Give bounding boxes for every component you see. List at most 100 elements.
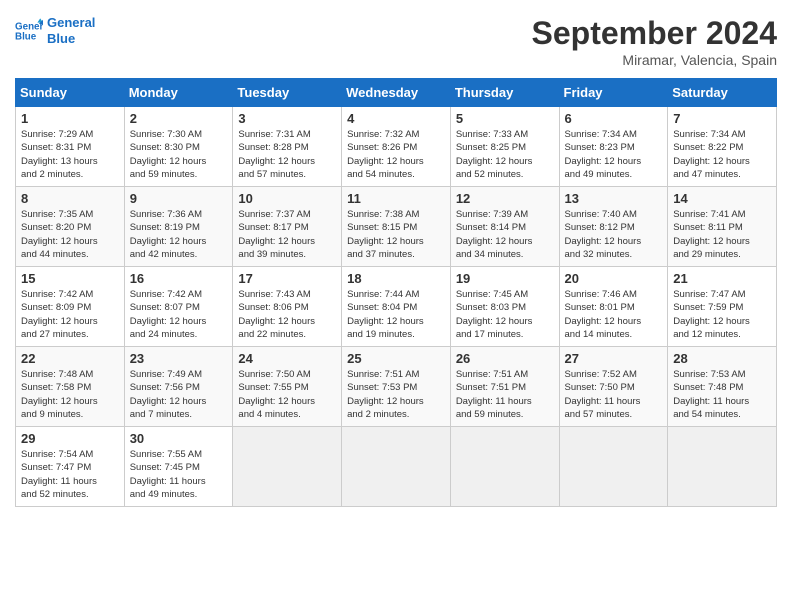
day-number: 6 <box>565 111 663 126</box>
day-info: Sunrise: 7:52 AMSunset: 7:50 PMDaylight:… <box>565 368 663 421</box>
calendar-cell: 25Sunrise: 7:51 AMSunset: 7:53 PMDayligh… <box>342 347 451 427</box>
calendar-cell: 28 Sunrise: 7:53 AMSunset: 7:48 PMDayligh… <box>668 347 777 427</box>
calendar-cell: 7 Sunrise: 7:34 AMSunset: 8:22 PMDaylight… <box>668 107 777 187</box>
calendar-table: SundayMondayTuesdayWednesdayThursdayFrid… <box>15 78 777 507</box>
day-number: 26 <box>456 351 554 366</box>
calendar-cell: 8Sunrise: 7:35 AMSunset: 8:20 PMDaylight… <box>16 187 125 267</box>
day-info: Sunrise: 7:44 AMSunset: 8:04 PMDaylight:… <box>347 288 445 341</box>
calendar-cell: 14Sunrise: 7:41 AMSunset: 8:11 PMDayligh… <box>668 187 777 267</box>
calendar-cell: 24 Sunrise: 7:50 AMSunset: 7:55 PMDayligh… <box>233 347 342 427</box>
day-info: Sunrise: 7:54 AMSunset: 7:47 PMDaylight:… <box>21 448 119 501</box>
day-number: 29 <box>21 431 119 446</box>
day-info: Sunrise: 7:39 AMSunset: 8:14 PMDaylight:… <box>456 208 554 261</box>
logo-line1: General <box>47 15 95 31</box>
calendar-cell: 6 Sunrise: 7:34 AMSunset: 8:23 PMDaylight… <box>559 107 668 187</box>
day-info: Sunrise: 7:34 AMSunset: 8:22 PMDaylight:… <box>673 128 771 181</box>
calendar-cell: 11 Sunrise: 7:38 AMSunset: 8:15 PMDayligh… <box>342 187 451 267</box>
month-year-title: September 2024 <box>532 15 777 52</box>
day-number: 20 <box>565 271 663 286</box>
day-info: Sunrise: 7:38 AMSunset: 8:15 PMDaylight:… <box>347 208 445 261</box>
calendar-week-row: 8Sunrise: 7:35 AMSunset: 8:20 PMDaylight… <box>16 187 777 267</box>
day-number: 12 <box>456 191 554 206</box>
day-number: 2 <box>130 111 228 126</box>
calendar-cell: 16 Sunrise: 7:42 AMSunset: 8:07 PMDayligh… <box>124 267 233 347</box>
day-number: 28 <box>673 351 771 366</box>
column-header-sunday: Sunday <box>16 79 125 107</box>
day-info: Sunrise: 7:51 AMSunset: 7:51 PMDaylight:… <box>456 368 554 421</box>
day-info: Sunrise: 7:53 AMSunset: 7:48 PMDaylight:… <box>673 368 771 421</box>
calendar-cell: 21 Sunrise: 7:47 AMSunset: 7:59 PMDayligh… <box>668 267 777 347</box>
calendar-cell: 20 Sunrise: 7:46 AMSunset: 8:01 PMDayligh… <box>559 267 668 347</box>
calendar-cell <box>233 427 342 507</box>
calendar-cell <box>559 427 668 507</box>
day-info: Sunrise: 7:34 AMSunset: 8:23 PMDaylight:… <box>565 128 663 181</box>
calendar-cell: 23Sunrise: 7:49 AMSunset: 7:56 PMDayligh… <box>124 347 233 427</box>
day-info: Sunrise: 7:55 AMSunset: 7:45 PMDaylight:… <box>130 448 228 501</box>
day-info: Sunrise: 7:37 AMSunset: 8:17 PMDaylight:… <box>238 208 336 261</box>
calendar-cell: 29 Sunrise: 7:54 AMSunset: 7:47 PMDayligh… <box>16 427 125 507</box>
day-info: Sunrise: 7:45 AMSunset: 8:03 PMDaylight:… <box>456 288 554 341</box>
calendar-cell: 3 Sunrise: 7:31 AMSunset: 8:28 PMDaylight… <box>233 107 342 187</box>
day-number: 24 <box>238 351 336 366</box>
day-number: 10 <box>238 191 336 206</box>
day-number: 13 <box>565 191 663 206</box>
day-number: 27 <box>565 351 663 366</box>
day-info: Sunrise: 7:49 AMSunset: 7:56 PMDaylight:… <box>130 368 228 421</box>
calendar-cell: 4 Sunrise: 7:32 AMSunset: 8:26 PMDaylight… <box>342 107 451 187</box>
calendar-cell <box>450 427 559 507</box>
calendar-cell <box>342 427 451 507</box>
calendar-cell: 5 Sunrise: 7:33 AMSunset: 8:25 PMDaylight… <box>450 107 559 187</box>
calendar-cell <box>668 427 777 507</box>
calendar-cell: 13 Sunrise: 7:40 AMSunset: 8:12 PMDayligh… <box>559 187 668 267</box>
day-number: 5 <box>456 111 554 126</box>
day-info: Sunrise: 7:32 AMSunset: 8:26 PMDaylight:… <box>347 128 445 181</box>
day-number: 22 <box>21 351 119 366</box>
day-info: Sunrise: 7:50 AMSunset: 7:55 PMDaylight:… <box>238 368 336 421</box>
calendar-cell: 12 Sunrise: 7:39 AMSunset: 8:14 PMDayligh… <box>450 187 559 267</box>
page-header: General Blue General Blue September 2024… <box>15 15 777 68</box>
day-info: Sunrise: 7:33 AMSunset: 8:25 PMDaylight:… <box>456 128 554 181</box>
day-number: 16 <box>130 271 228 286</box>
day-number: 4 <box>347 111 445 126</box>
location-subtitle: Miramar, Valencia, Spain <box>532 52 777 68</box>
calendar-cell: 22Sunrise: 7:48 AMSunset: 7:58 PMDayligh… <box>16 347 125 427</box>
calendar-cell: 27 Sunrise: 7:52 AMSunset: 7:50 PMDayligh… <box>559 347 668 427</box>
calendar-cell: 19 Sunrise: 7:45 AMSunset: 8:03 PMDayligh… <box>450 267 559 347</box>
column-header-tuesday: Tuesday <box>233 79 342 107</box>
calendar-week-row: 22Sunrise: 7:48 AMSunset: 7:58 PMDayligh… <box>16 347 777 427</box>
calendar-cell: 17 Sunrise: 7:43 AMSunset: 8:06 PMDayligh… <box>233 267 342 347</box>
day-info: Sunrise: 7:31 AMSunset: 8:28 PMDaylight:… <box>238 128 336 181</box>
day-info: Sunrise: 7:46 AMSunset: 8:01 PMDaylight:… <box>565 288 663 341</box>
day-info: Sunrise: 7:42 AMSunset: 8:09 PMDaylight:… <box>21 288 119 341</box>
day-info: Sunrise: 7:36 AMSunset: 8:19 PMDaylight:… <box>130 208 228 261</box>
day-info: Sunrise: 7:40 AMSunset: 8:12 PMDaylight:… <box>565 208 663 261</box>
day-number: 21 <box>673 271 771 286</box>
calendar-week-row: 29 Sunrise: 7:54 AMSunset: 7:47 PMDayligh… <box>16 427 777 507</box>
day-number: 1 <box>21 111 119 126</box>
day-info: Sunrise: 7:29 AMSunset: 8:31 PMDaylight:… <box>21 128 119 181</box>
column-header-saturday: Saturday <box>668 79 777 107</box>
day-number: 18 <box>347 271 445 286</box>
day-number: 17 <box>238 271 336 286</box>
day-number: 19 <box>456 271 554 286</box>
calendar-cell: 26 Sunrise: 7:51 AMSunset: 7:51 PMDayligh… <box>450 347 559 427</box>
day-info: Sunrise: 7:30 AMSunset: 8:30 PMDaylight:… <box>130 128 228 181</box>
calendar-week-row: 15 Sunrise: 7:42 AMSunset: 8:09 PMDayligh… <box>16 267 777 347</box>
day-info: Sunrise: 7:51 AMSunset: 7:53 PMDaylight:… <box>347 368 445 421</box>
day-info: Sunrise: 7:43 AMSunset: 8:06 PMDaylight:… <box>238 288 336 341</box>
calendar-week-row: 1 Sunrise: 7:29 AMSunset: 8:31 PMDaylight… <box>16 107 777 187</box>
day-info: Sunrise: 7:47 AMSunset: 7:59 PMDaylight:… <box>673 288 771 341</box>
day-number: 11 <box>347 191 445 206</box>
calendar-cell: 10 Sunrise: 7:37 AMSunset: 8:17 PMDayligh… <box>233 187 342 267</box>
calendar-cell: 1 Sunrise: 7:29 AMSunset: 8:31 PMDaylight… <box>16 107 125 187</box>
calendar-cell: 15 Sunrise: 7:42 AMSunset: 8:09 PMDayligh… <box>16 267 125 347</box>
day-number: 9 <box>130 191 228 206</box>
day-number: 7 <box>673 111 771 126</box>
day-number: 15 <box>21 271 119 286</box>
day-info: Sunrise: 7:42 AMSunset: 8:07 PMDaylight:… <box>130 288 228 341</box>
column-header-wednesday: Wednesday <box>342 79 451 107</box>
day-number: 14 <box>673 191 771 206</box>
day-number: 3 <box>238 111 336 126</box>
svg-text:Blue: Blue <box>15 31 37 42</box>
calendar-header-row: SundayMondayTuesdayWednesdayThursdayFrid… <box>16 79 777 107</box>
